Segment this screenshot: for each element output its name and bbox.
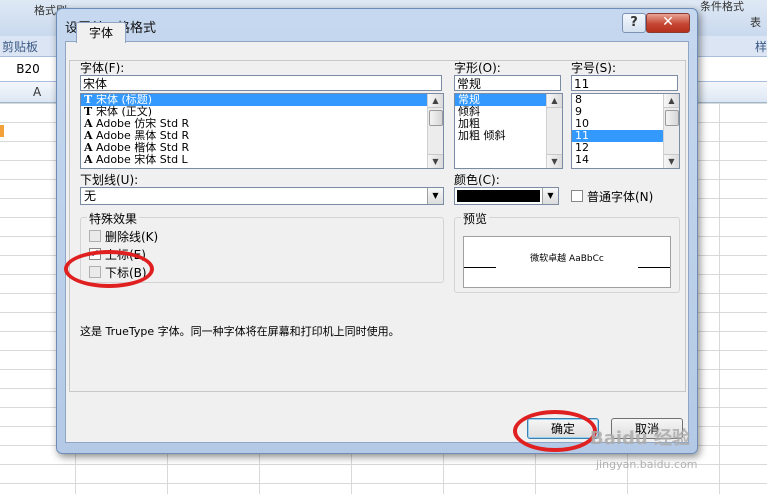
scroll-thumb[interactable]: [665, 110, 679, 126]
font-size-input[interactable]: 11: [571, 75, 678, 91]
font-style-label: 字形(O):: [454, 61, 501, 75]
scroll-down-icon[interactable]: ▼: [428, 154, 443, 168]
dropdown-arrow-icon[interactable]: ▼: [427, 188, 443, 204]
font-list-item-label: Adobe 宋体 Std L: [96, 153, 188, 166]
effects-group-title: 特殊效果: [87, 210, 140, 227]
tab-font[interactable]: 字体: [76, 22, 126, 43]
column-header-a[interactable]: A: [33, 85, 41, 99]
preview-group-title: 预览: [461, 210, 490, 227]
scroll-up-icon[interactable]: ▲: [664, 94, 679, 108]
clipboard-group-label: 剪贴板: [2, 40, 39, 54]
scroll-up-icon[interactable]: ▲: [547, 94, 562, 108]
annotation-circle-ok: [513, 410, 597, 452]
baidu-watermark: Baidu 经验: [590, 428, 691, 449]
dialog-panel: 字体 字体(F): 宋体 T 宋体 (标题) T 宋体 (正文) A Adobe 仿宋 S…: [65, 22, 689, 443]
font-info-text: 这是 TrueType 字体。同一种字体将在屏幕和打印机上同时使用。: [80, 325, 400, 338]
styles-group-label: 样: [755, 40, 767, 54]
close-button[interactable]: ✕: [646, 13, 690, 33]
font-size-list[interactable]: 8 9 10 11 12 14 ▲ ▼: [571, 93, 680, 169]
color-swatch: [457, 190, 540, 202]
dropdown-arrow-icon[interactable]: ▼: [542, 188, 558, 204]
underline-select[interactable]: 无 ▼: [80, 187, 444, 205]
opentype-font-icon: A: [84, 153, 93, 166]
annotation-circle-superscript: [64, 250, 154, 288]
font-size-label: 字号(S):: [571, 61, 617, 75]
underline-label: 下划线(U):: [80, 173, 139, 187]
normal-font-checkbox[interactable]: [571, 190, 583, 202]
baidu-watermark-url: jingyan.baidu.com: [596, 458, 698, 471]
preview-baseline-left: [464, 267, 496, 268]
scroll-up-icon[interactable]: ▲: [428, 94, 443, 108]
table-format-label[interactable]: 表: [750, 14, 761, 30]
underline-value: 无: [84, 189, 97, 203]
scroll-down-icon[interactable]: ▼: [547, 154, 562, 168]
name-box[interactable]: B20: [0, 60, 57, 78]
font-size-scrollbar[interactable]: ▲ ▼: [663, 94, 679, 168]
color-label: 颜色(C):: [454, 173, 500, 187]
conditional-format-label[interactable]: 条件格式: [700, 0, 744, 14]
preview-baseline-right: [638, 267, 670, 268]
color-select[interactable]: ▼: [454, 187, 559, 205]
help-button[interactable]: ?: [622, 13, 646, 33]
preview-group: 预览 微软卓越 AaBbCc: [454, 210, 680, 293]
preview-text: 微软卓越 AaBbCc: [530, 254, 604, 264]
font-style-scrollbar[interactable]: ▲ ▼: [546, 94, 562, 168]
active-row-marker: [0, 125, 4, 137]
scroll-down-icon[interactable]: ▼: [664, 154, 679, 168]
format-cells-dialog: 设置单元格格式 ? ✕ 字体 字体(F): 宋体 T宋体 (标题)T宋体 (正文…: [56, 8, 698, 454]
normal-font-label[interactable]: 普通字体(N): [587, 188, 653, 205]
font-style-input[interactable]: 常规: [454, 75, 561, 91]
font-list-item[interactable]: A Adobe 宋体 Std L: [81, 154, 443, 166]
font-style-list[interactable]: 常规 倾斜 加粗 加粗 倾斜 ▲ ▼: [454, 93, 563, 169]
strikethrough-checkbox[interactable]: [89, 230, 101, 242]
font-tab-page: 字体(F): 宋体 T 宋体 (标题) T 宋体 (正文) A Adobe 仿宋 Std …: [69, 60, 686, 392]
preview-box: 微软卓越 AaBbCc: [463, 236, 671, 288]
font-input[interactable]: 宋体: [80, 75, 442, 91]
font-list[interactable]: T 宋体 (标题) T 宋体 (正文) A Adobe 仿宋 Std R A Adobe 黑体…: [80, 93, 444, 169]
strikethrough-label[interactable]: 删除线(K): [105, 228, 158, 245]
font-list-scrollbar[interactable]: ▲ ▼: [427, 94, 443, 168]
scroll-thumb[interactable]: [429, 110, 443, 126]
font-label: 字体(F):: [80, 61, 125, 75]
